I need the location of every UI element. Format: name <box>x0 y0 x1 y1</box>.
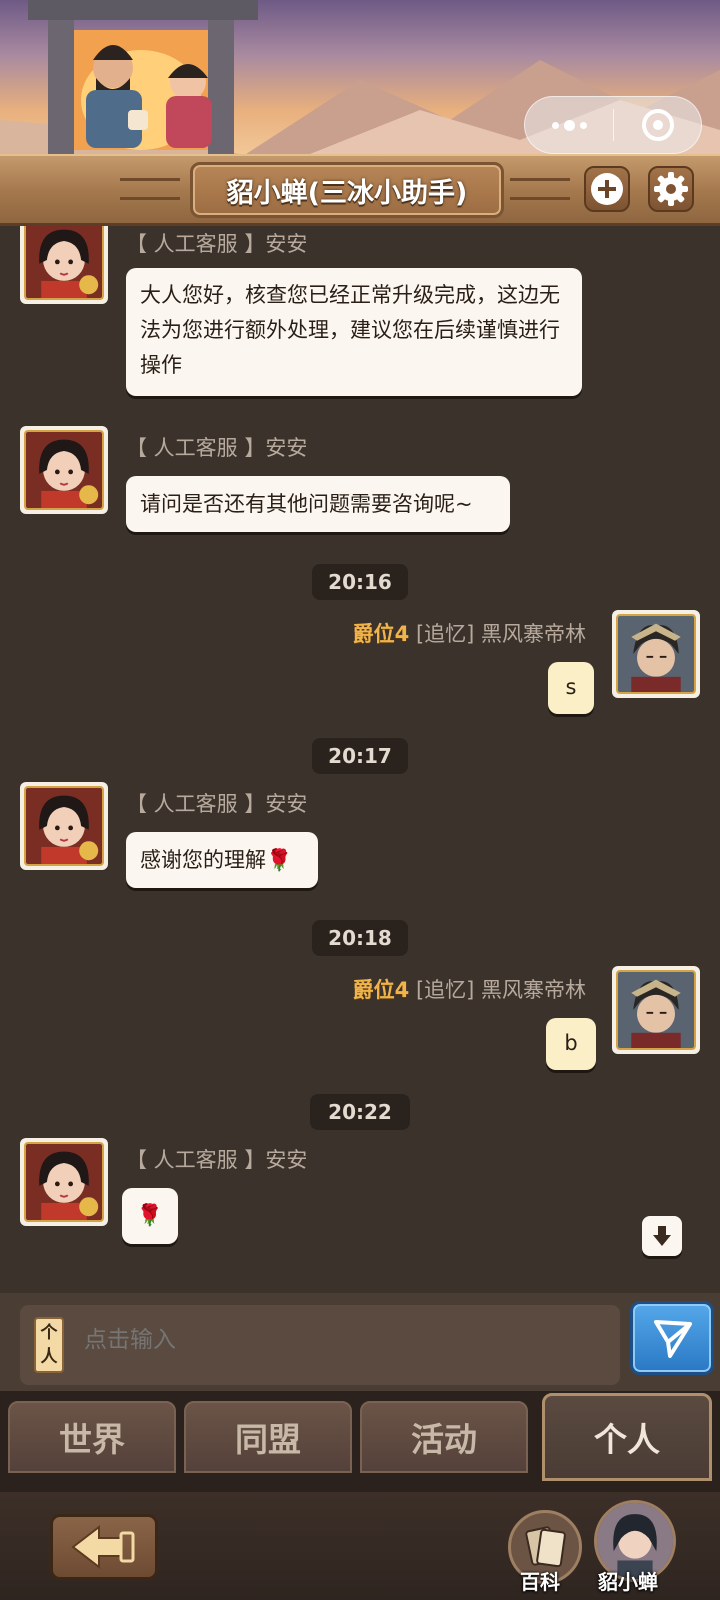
sender-name-row: 爵位4 [追忆] 黑风寨帝林 <box>353 618 586 648</box>
agent-avatar[interactable] <box>20 1138 108 1226</box>
message-input-box[interactable]: 个人 <box>20 1305 620 1385</box>
timestamp: 20:18 <box>312 920 408 956</box>
title-ornament-left <box>120 178 180 200</box>
message-bubble[interactable]: s <box>548 662 594 714</box>
sender-name: [追忆] 黑风寨帝林 <box>415 622 586 646</box>
assistant-label: 貂小蝉 <box>598 1570 658 1594</box>
agent-avatar[interactable] <box>20 226 108 304</box>
send-icon <box>654 1320 692 1358</box>
rank-badge: 爵位4 <box>352 622 410 646</box>
plus-circle-icon <box>591 173 623 205</box>
bottom-bar: 百科 貂小蝉 <box>0 1492 720 1600</box>
back-button[interactable] <box>50 1514 158 1580</box>
sender-name: 【 人工客服 】安安 <box>126 792 308 816</box>
user-avatar[interactable] <box>612 610 700 698</box>
message-bubble[interactable]: 🌹 <box>122 1188 178 1244</box>
agent-avatar[interactable] <box>20 782 108 870</box>
sender-name-row: 爵位4 [追忆] 黑风寨帝林 <box>353 974 586 1004</box>
channel-tabs: 世界 同盟 活动 个人 <box>0 1391 720 1492</box>
message-bubble[interactable]: 请问是否还有其他问题需要咨询呢~ <box>126 476 510 532</box>
wiki-label: 百科 <box>520 1570 560 1594</box>
user-avatar[interactable] <box>612 966 700 1054</box>
add-button[interactable] <box>584 166 630 212</box>
timestamp: 20:16 <box>312 564 408 600</box>
message-bubble[interactable]: 大人您好，核查您已经正常升级完成，这边无法为您进行额外处理，建议您在后续谨慎进行… <box>126 268 582 396</box>
rose-emoji: 🌹 <box>266 848 293 872</box>
title-bar: 貂小蝉(三冰小助手) <box>0 154 720 226</box>
target-close-icon[interactable] <box>614 109 701 141</box>
tab-activity[interactable]: 活动 <box>360 1401 528 1473</box>
tab-alliance[interactable]: 同盟 <box>184 1401 352 1473</box>
title-plaque: 貂小蝉(三冰小助手) <box>190 162 504 218</box>
message-text: 感谢您的理解 <box>140 848 266 872</box>
message-bubble[interactable]: 感谢您的理解🌹 <box>126 832 318 888</box>
chat-area[interactable]: 【 人工客服 】安安 大人您好，核查您已经正常升级完成，这边无法为您进行额外处理… <box>0 226 720 1293</box>
header-banner <box>0 0 720 158</box>
arrow-down-icon <box>653 1226 671 1246</box>
gear-icon <box>654 172 688 206</box>
sender-name: 【 人工客服 】安安 <box>126 1148 308 1172</box>
sender-name: [追忆] 黑风寨帝林 <box>415 978 586 1002</box>
timestamp: 20:17 <box>312 738 408 774</box>
tab-personal[interactable]: 个人 <box>542 1393 712 1481</box>
tab-world[interactable]: 世界 <box>8 1401 176 1473</box>
send-button[interactable] <box>630 1301 714 1375</box>
title-ornament-right <box>510 178 570 200</box>
channel-mode-tag[interactable]: 个人 <box>34 1317 64 1373</box>
message-bubble[interactable]: b <box>546 1018 596 1070</box>
sender-name: 【 人工客服 】安安 <box>126 436 308 460</box>
rose-emoji: 🌹 <box>136 1203 164 1227</box>
timestamp: 20:22 <box>310 1094 410 1130</box>
gate-illustration <box>28 0 258 158</box>
mini-program-capsule <box>524 96 702 154</box>
scroll-to-bottom-button[interactable] <box>642 1216 682 1256</box>
sender-name: 【 人工客服 】安安 <box>126 232 308 256</box>
chat-title: 貂小蝉(三冰小助手) <box>226 177 468 209</box>
settings-button[interactable] <box>648 166 694 212</box>
back-arrow-icon <box>71 1525 135 1569</box>
input-bar: 个人 <box>0 1293 720 1391</box>
rank-badge: 爵位4 <box>352 978 410 1002</box>
message-input[interactable] <box>84 1327 584 1353</box>
more-dots-icon[interactable] <box>525 97 613 153</box>
agent-avatar[interactable] <box>20 426 108 514</box>
